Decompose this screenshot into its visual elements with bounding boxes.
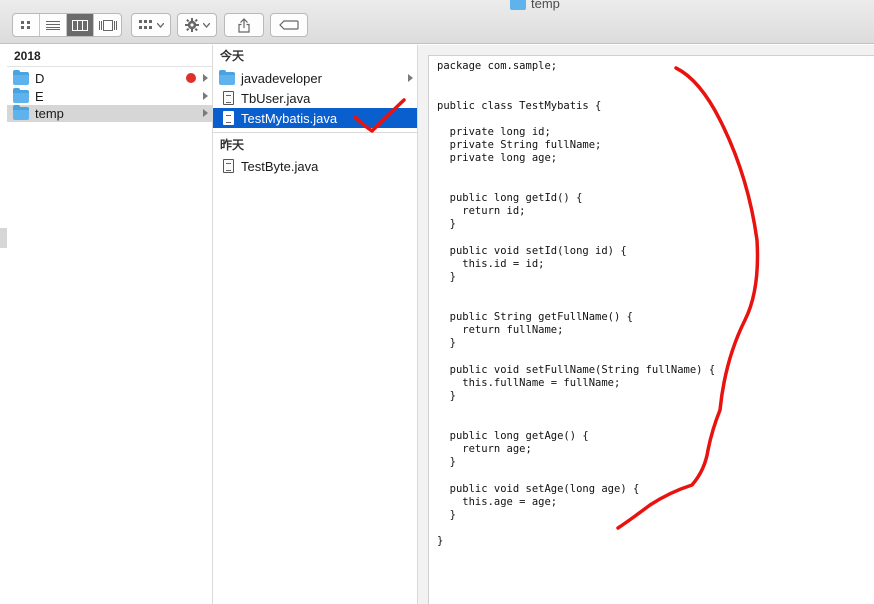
list-item-folder-e[interactable]: E xyxy=(7,88,212,105)
item-label: TbUser.java xyxy=(241,90,311,106)
item-label: D xyxy=(35,70,45,86)
list-item-folder-d[interactable]: D xyxy=(7,68,212,88)
list-item-javadeveloper[interactable]: javadeveloper xyxy=(213,68,417,88)
folder-icon xyxy=(13,69,29,85)
list-item-testmybatis-java[interactable]: TestMybatis.java xyxy=(213,108,417,128)
view-mode-switcher xyxy=(12,13,122,37)
group-divider xyxy=(213,132,417,133)
gallery-view-icon xyxy=(98,19,117,31)
chevron-right-icon xyxy=(203,74,208,82)
list-item-testbyte-java[interactable]: TestByte.java xyxy=(213,156,417,176)
chevron-right-icon xyxy=(408,74,413,82)
window-title-text: temp xyxy=(531,0,560,11)
toolbar: temp xyxy=(0,0,874,44)
share-button[interactable] xyxy=(224,13,264,37)
arrange-button[interactable] xyxy=(131,13,171,37)
chevron-down-icon xyxy=(156,22,164,28)
item-label: TestMybatis.java xyxy=(241,110,338,126)
tag-button[interactable] xyxy=(270,13,308,37)
item-label: temp xyxy=(35,106,64,121)
column-header: 2018 xyxy=(7,45,212,67)
item-label: E xyxy=(35,89,44,104)
share-icon xyxy=(238,17,250,33)
column-2018: 2018 D E temp xyxy=(7,45,213,604)
column-temp: 今天 javadeveloper TbUser.java TestMybatis… xyxy=(213,45,418,604)
arrange-grid-icon xyxy=(138,20,152,29)
group-header-yesterday: 昨天 xyxy=(220,138,245,152)
chevron-right-icon xyxy=(203,109,208,117)
red-tag-dot xyxy=(186,73,196,83)
list-item-folder-temp[interactable]: temp xyxy=(7,105,212,122)
java-file-icon xyxy=(223,111,234,125)
preview-pane: package com.sample; public class TestMyb… xyxy=(418,45,874,604)
java-file-icon xyxy=(223,159,234,173)
item-label: javadeveloper xyxy=(241,70,322,86)
folder-icon xyxy=(510,0,526,10)
list-item-tbuser-java[interactable]: TbUser.java xyxy=(213,88,417,108)
folder-icon xyxy=(13,105,29,120)
item-label: TestByte.java xyxy=(241,158,319,174)
column-view-button[interactable] xyxy=(67,14,94,36)
code-preview[interactable]: package com.sample; public class TestMyb… xyxy=(428,55,874,604)
list-view-icon xyxy=(46,21,60,30)
icon-view-button[interactable] xyxy=(13,14,40,36)
column-view-icon xyxy=(72,19,88,31)
window-title: temp xyxy=(510,0,560,11)
sidebar-edge xyxy=(0,228,7,248)
tag-icon xyxy=(279,20,299,30)
list-view-button[interactable] xyxy=(40,14,67,36)
folder-icon xyxy=(219,69,235,85)
gear-icon xyxy=(184,18,199,32)
gallery-view-button[interactable] xyxy=(94,14,121,36)
folder-icon xyxy=(13,88,29,103)
icon-view-icon xyxy=(21,21,30,29)
group-header-today: 今天 xyxy=(220,49,245,63)
chevron-right-icon xyxy=(203,92,208,100)
java-file-icon xyxy=(223,91,234,105)
finder-window: temp 2018 D E temp 今天 javadeveloper TbUs… xyxy=(0,0,874,604)
action-button[interactable] xyxy=(177,13,217,37)
chevron-down-icon xyxy=(202,22,210,28)
source-code-text: package com.sample; public class TestMyb… xyxy=(437,60,716,548)
